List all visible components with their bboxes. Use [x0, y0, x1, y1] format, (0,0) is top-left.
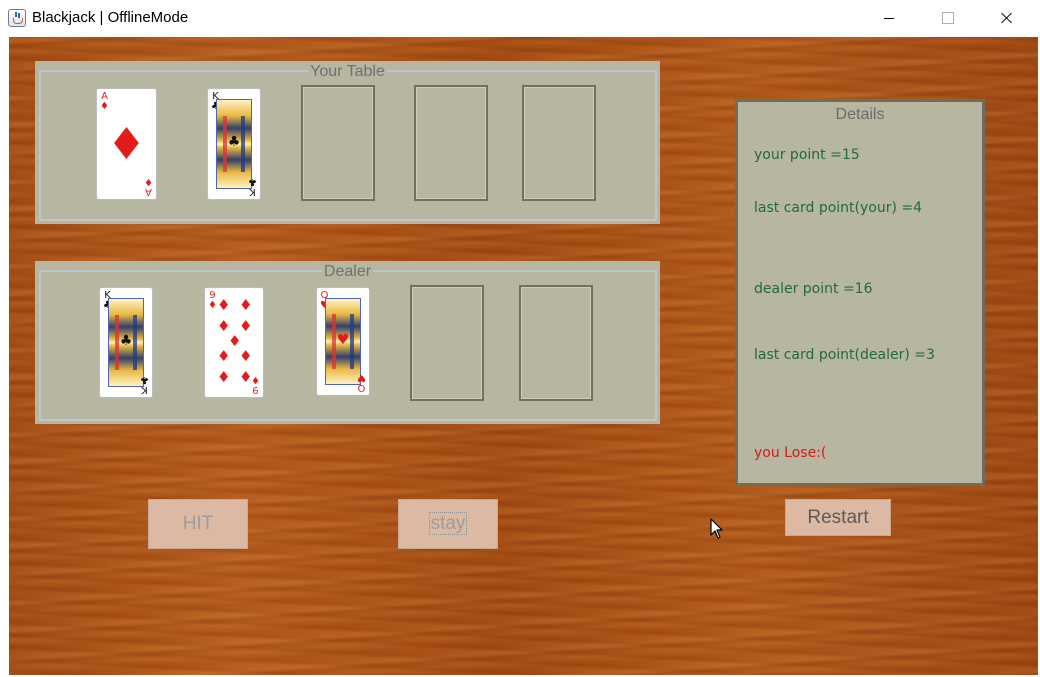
- queen-face-icon: ♥: [325, 298, 361, 385]
- last-card-your-label: last card point(your) =4: [754, 200, 923, 216]
- restart-button[interactable]: Restart: [785, 499, 891, 536]
- player-card-1: A ♦ ♦ A ♦: [96, 88, 157, 200]
- dealer-card-3: Q♥ ♥ Q♥: [316, 287, 370, 396]
- club-icon: ♣: [248, 176, 257, 187]
- last-card-dealer-label: last card point(dealer) =3: [754, 347, 935, 363]
- dealer-card-2: 9 ♦ ♦ ♦ ♦ ♦ ♦ ♦ ♦ ♦ ♦ 9 ♦: [204, 287, 264, 398]
- hit-button[interactable]: HIT: [148, 499, 248, 549]
- dealer-panel: Dealer K♣ ♣ K♣ 9♦ ♦ ♦ ♦ ♦ ♦ ♦ ♦ ♦ ♦ 9♦ Q…: [35, 261, 660, 424]
- club-icon: ♣: [140, 374, 149, 385]
- king-face-icon: ♣: [108, 298, 144, 387]
- result-message: you Lose:(: [754, 445, 827, 461]
- minimize-icon[interactable]: [866, 0, 912, 36]
- empty-card-slot: [301, 85, 375, 201]
- king-face-icon: ♣: [216, 99, 252, 189]
- stay-button[interactable]: stay: [398, 499, 498, 549]
- details-title: Details: [835, 106, 885, 123]
- empty-card-slot: [522, 85, 596, 201]
- close-icon[interactable]: [984, 0, 1030, 36]
- maximize-icon[interactable]: [925, 0, 971, 36]
- diamond-icon: ♦: [251, 374, 260, 385]
- diamond-icon: ♦: [106, 119, 147, 170]
- your-point-label: your point =15: [754, 147, 860, 163]
- your-table-panel: Your Table A♦ ♦ A♦ K♣ ♣ K♣: [35, 61, 660, 224]
- stay-button-label: stay: [428, 512, 468, 535]
- mouse-pointer-icon: [710, 518, 723, 539]
- empty-card-slot: [519, 285, 593, 401]
- java-coffee-icon: [8, 9, 26, 27]
- heart-icon: ♥: [357, 372, 366, 383]
- details-panel: Details your point =15 last card point(y…: [735, 99, 985, 486]
- dealer-card-1: K♣ ♣ K♣: [99, 287, 153, 398]
- dealer-title: Dealer: [321, 263, 374, 280]
- diamond-icon: ♦: [100, 101, 109, 112]
- player-card-2: K♣ ♣ K♣: [207, 88, 261, 200]
- empty-card-slot: [410, 285, 484, 401]
- window-title: Blackjack | OfflineMode: [32, 9, 189, 26]
- your-table-title: Your Table: [308, 63, 387, 80]
- dealer-point-label: dealer point =16: [754, 281, 873, 297]
- title-bar: Blackjack | OfflineMode: [0, 0, 1040, 37]
- diamond-icon: ♦: [208, 300, 217, 311]
- empty-card-slot: [414, 85, 488, 201]
- diamond-icon: ♦: [144, 176, 153, 187]
